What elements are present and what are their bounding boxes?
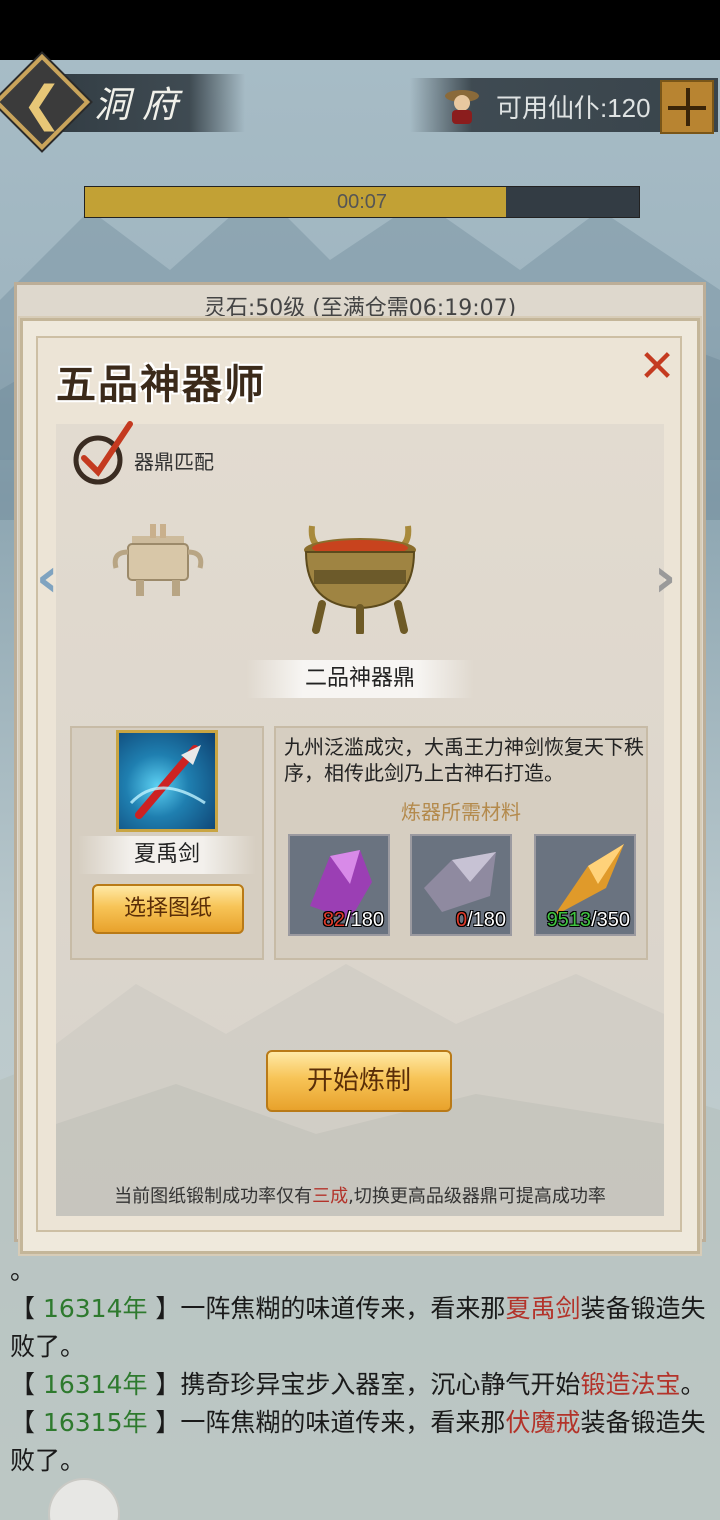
checkmark-circle-icon [73,421,133,485]
progress-bar: 00:07 [84,186,640,218]
log-item: 伏魔戒 [505,1408,581,1437]
log-line: 【 16314年 】一阵焦糊的味道传来，看来那夏禹剑装备锻造失败了。 [10,1290,710,1366]
cauldron-small-icon[interactable] [106,522,210,602]
event-log: 。 【 16314年 】一阵焦糊的味道传来，看来那夏禹剑装备锻造失败了。 【 1… [10,1252,710,1480]
sword-icon[interactable] [116,730,218,832]
servant-count: 可用仙仆:120 [496,93,651,123]
chevron-right-icon[interactable]: › [654,546,676,609]
chevron-left-icon[interactable]: ❮ [16,78,68,130]
log-line: 。 [10,1252,710,1290]
log-year: 16314年 [42,1370,148,1399]
material-have: 0 [455,909,468,931]
log-prefix: 【 [10,1294,43,1323]
blueprint-description: 九州泛滥成灾，大禹王力神剑恢复天下秩序，相传此剑乃上古神石打造。 [284,735,644,785]
material-slot[interactable]: 82/180 [288,834,390,936]
start-forging-button[interactable]: 开始炼制 [266,1050,452,1112]
status-bar [0,0,720,60]
log-year: 16314年 [42,1294,148,1323]
log-suffix: 。 [680,1370,706,1399]
cauldron-name: 二品神器鼎 [246,660,474,698]
log-line: 【 16315年 】一阵焦糊的味道传来，看来那伏魔戒装备锻造失败了。 [10,1404,710,1480]
log-item: 夏禹剑 [505,1294,581,1323]
page-title: 洞府 [94,85,191,126]
cauldron-large-icon[interactable] [292,518,428,634]
log-year: 16315年 [42,1408,148,1437]
chevron-left-icon[interactable]: ‹ [36,546,58,609]
cauldron-match-label: 器鼎匹配 [134,450,214,474]
servant-icon [445,90,479,124]
top-bar: ❮ 洞府 可用仙仆:120 [0,53,720,151]
material-have: 9513 [546,909,592,931]
blueprint-name: 夏禹剑 [78,836,256,874]
log-text: 】一阵焦糊的味道传来，看来那 [147,1294,506,1323]
material-need: /180 [345,909,384,931]
log-item: 锻造法宝 [580,1370,681,1399]
material-slot[interactable]: 0/180 [410,834,512,936]
log-text: 】一阵焦糊的味道传来，看来那 [147,1408,506,1437]
log-line: 【 16314年 】携奇珍异宝步入器室，沉心静气开始锻造法宝。 [10,1366,710,1404]
material-need: /180 [467,909,506,931]
material-count: 82/180 [290,909,388,932]
hint-rate: 三成 [312,1186,349,1207]
add-servant-button[interactable] [660,80,714,134]
material-count: 9513/350 [536,909,634,932]
log-prefix: 【 [10,1370,43,1399]
material-slot[interactable]: 9513/350 [534,834,636,936]
hint-prefix: 当前图纸锻制成功率仅有 [114,1186,313,1207]
log-text: 】携奇珍异宝步入器室，沉心静气开始 [147,1370,581,1399]
progress-time: 00:07 [336,191,388,213]
material-have: 82 [322,909,346,931]
dialog-title: 五品神器师 [56,361,266,408]
success-rate-hint: 当前图纸锻制成功率仅有三成,切换更高品级器鼎可提高成功率 [56,1182,664,1208]
sword-art [129,745,206,819]
hint-suffix: ,切换更高品级器鼎可提高成功率 [348,1186,606,1207]
log-prefix: 【 [10,1408,43,1437]
material-need: /350 [591,909,630,931]
log-prefix: 。 [10,1256,36,1285]
close-icon[interactable]: ✕ [636,345,678,389]
materials-title: 炼器所需材料 [401,800,521,824]
material-count: 0/180 [412,909,510,932]
select-blueprint-button[interactable]: 选择图纸 [92,884,244,934]
